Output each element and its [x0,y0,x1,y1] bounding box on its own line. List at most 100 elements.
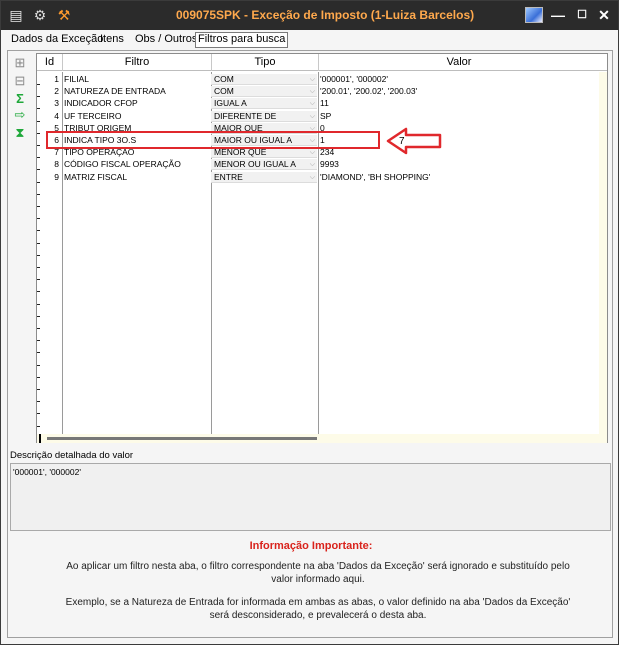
table-row[interactable]: 9 MATRIZ FISCAL ENTRE ⌵ 'DIAMOND', 'BH SHOPP… [37,171,599,183]
cell-tipo-select[interactable]: DIFERENTE DE ⌵ [211,110,317,122]
cell-tipo-value: DIFERENTE DE [214,110,277,121]
row-tick [37,218,40,220]
row-tick [37,389,40,390]
wrench-icon[interactable]: ⚒ [55,6,73,24]
app-logo-icon: ⚙ [33,7,47,23]
window-icon[interactable]: ▤ [7,6,25,24]
row-tick [37,352,40,354]
vertical-scrollbar[interactable] [599,72,607,442]
cell-filtro[interactable]: MATRIZ FISCAL [62,172,210,183]
chevron-down-icon[interactable]: ⌵ [310,172,315,182]
cell-id: 2 [54,86,59,97]
export-icon[interactable]: ⇨ [12,107,28,123]
cell-tipo-value: COM [214,74,234,84]
cell-tipo-value: COM [214,86,234,97]
grid-header: Id Filtro Tipo Valor [37,54,607,71]
row-tick [37,376,40,378]
tab-filtros-para-busca[interactable]: Filtros para busca [195,32,289,48]
column-header-id[interactable]: Id [37,54,62,71]
row-tick [37,267,40,268]
row-tick [37,425,40,427]
info-title: Informação Importante: [249,540,373,552]
cell-tipo-value: IGUAL A [214,98,247,109]
cell-valor[interactable]: 11 [318,98,599,109]
cell-id: 4 [54,110,59,121]
row-tick [37,328,40,329]
cell-valor[interactable]: SP [318,111,599,122]
row-tick [37,279,40,281]
row-tick [37,413,40,415]
cell-filtro[interactable]: UF TERCEIRO [62,111,210,122]
chevron-down-icon[interactable]: ⌵ [310,74,315,84]
chevron-down-icon[interactable]: ⌵ [310,111,315,121]
chevron-down-icon[interactable]: ⌵ [310,159,315,169]
table-row[interactable]: 3 INDICADOR CFOP IGUAL A ⌵ 11 [37,98,599,110]
row-tick [37,230,40,232]
column-header-valor[interactable]: Valor [319,54,599,71]
image-icon[interactable] [525,7,543,23]
add-row-icon[interactable]: ⊞ [12,55,28,71]
cell-id: 1 [54,74,59,84]
info-paragraph-2: Exemplo, se a Natureza de Entrada for in… [65,597,571,621]
table-row[interactable]: 4 UF TERCEIRO DIFERENTE DE ⌵ SP [37,110,599,122]
cell-valor[interactable]: '200.01', '200.02', '200.03' [318,86,599,97]
chevron-down-icon[interactable]: ⌵ [310,86,315,96]
tab-dados-da-excecao[interactable]: Dados da Exceção [9,32,105,48]
grid-body: 1 FILIAL COM ⌵ '000001', '000002' 2 NATUREZA D… [37,72,599,434]
cell-tipo-select[interactable]: MENOR OU IGUAL A ⌵ [211,159,317,171]
title-bar: ▤ ⚙ ⚒ 009075SPK - Exceção de Imposto (1-… [1,1,618,30]
tab-obs-outros[interactable]: Obs / Outros [133,32,199,48]
scroll-start-marker [39,434,41,443]
chevron-down-icon[interactable]: ⌵ [310,98,315,108]
description-field[interactable]: '000001', '000002' [10,463,611,531]
row-tick [37,303,40,305]
minimize-button[interactable]: — [547,6,569,24]
row-tick [37,254,40,256]
row-tick [37,315,40,317]
grid-toolbar: ⊞ ⊟ Σ ⇨ ⧗ [8,51,32,451]
row-tick [37,193,40,195]
description-label: Descrição detalhada do valor [10,450,134,461]
exception-window: ▤ ⚙ ⚒ 009075SPK - Exceção de Imposto (1-… [0,0,619,645]
annotation-arrow: 7 [386,127,442,155]
cell-tipo-select[interactable]: COM ⌵ [211,86,317,98]
table-row[interactable]: 8 CÓDIGO FISCAL OPERAÇÃO MENOR OU IGUAL A ⌵… [37,159,599,171]
row-tick [37,340,40,342]
row-tick [37,291,40,293]
column-header-filtro[interactable]: Filtro [63,54,211,71]
cell-tipo-value: ENTRE [214,171,243,182]
horizontal-scroll-thumb[interactable] [47,437,317,440]
sum-icon[interactable]: Σ [12,91,28,107]
filters-grid: Id Filtro Tipo Valor 1 FILIAL COM ⌵ '000001'… [36,53,608,443]
cell-tipo-select[interactable]: IGUAL A ⌵ [211,98,317,110]
cell-id: 9 [54,171,59,182]
remove-row-icon[interactable]: ⊟ [12,73,28,89]
row-tick [37,401,40,403]
info-paragraph-1: Ao aplicar um filtro nesta aba, o filtro… [66,561,570,585]
window-title: 009075SPK - Exceção de Imposto (1-Luiza … [176,8,475,22]
cell-valor[interactable]: 'DIAMOND', 'BH SHOPPING' [318,172,599,183]
cell-id: 3 [54,98,59,109]
cell-tipo-select[interactable]: ENTRE ⌵ [211,171,317,183]
close-button[interactable]: ✕ [593,6,615,24]
horizontal-scrollbar[interactable] [37,434,607,443]
cell-filtro[interactable]: NATUREZA DE ENTRADA [62,86,210,97]
cell-filtro[interactable]: INDICADOR CFOP [62,98,210,109]
cell-filtro[interactable]: FILIAL [62,74,210,85]
cell-filtro[interactable]: CÓDIGO FISCAL OPERAÇÃO [62,159,210,170]
highlight-box [46,131,380,149]
cell-id: 8 [54,159,59,170]
cell-tipo-value: MENOR OU IGUAL A [214,159,296,170]
cell-tipo-select[interactable]: COM ⌵ [211,74,317,85]
table-row[interactable]: 1 FILIAL COM ⌵ '000001', '000002' [37,74,599,85]
table-row[interactable]: 2 NATUREZA DE ENTRADA COM ⌵ '200.01', '200.0… [37,86,599,98]
filter-icon[interactable]: ⧗ [12,125,28,141]
row-tick [37,364,40,366]
tab-itens[interactable]: Itens [98,32,126,48]
cell-valor[interactable]: 9993 [318,159,599,170]
maximize-button[interactable]: ☐ [571,6,593,24]
row-tick [37,206,40,207]
row-tick [37,242,40,244]
column-header-tipo[interactable]: Tipo [212,54,318,71]
cell-valor[interactable]: '000001', '000002' [318,74,599,85]
